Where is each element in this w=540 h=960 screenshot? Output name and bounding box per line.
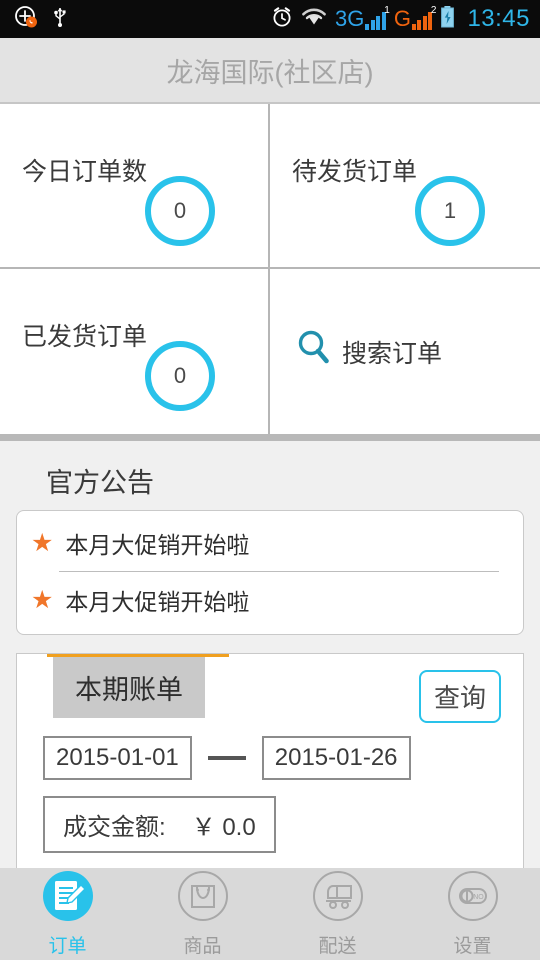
status-bar-clock: 13:45	[467, 5, 530, 32]
signal-bars-1	[365, 12, 386, 30]
bottom-nav: 订单 商品 配送 NO 设置	[0, 868, 540, 960]
transaction-amount-label: 成交金额:	[63, 814, 166, 841]
status-bar: 3G 1 G 2 13:45	[0, 0, 540, 38]
date-range-row: 2015-01-01 2015-01-26	[17, 718, 523, 780]
app-root: 3G 1 G 2 13:45 龙海国际(社区店) 今日订单数 0 待发货订单 1…	[0, 0, 540, 960]
search-orders-label: 搜索订单	[342, 339, 443, 368]
stat-value-today-orders: 0	[145, 176, 215, 246]
section-divider	[0, 434, 540, 441]
nav-label-delivery: 配送	[318, 936, 357, 957]
nav-item-orders[interactable]: 订单	[0, 868, 135, 960]
stat-card-shipped-orders[interactable]: 已发货订单 0	[0, 269, 270, 434]
sim-2-badge: 2	[430, 5, 437, 16]
wifi-icon	[301, 6, 327, 33]
alarm-clock-icon	[271, 6, 293, 33]
date-range-dash	[207, 756, 246, 760]
signal-bars-2	[411, 12, 433, 30]
nav-label-settings: 设置	[453, 936, 492, 957]
nav-item-delivery[interactable]: 配送	[270, 868, 405, 960]
stats-row-bottom: 已发货订单 0 搜索订单	[0, 269, 540, 434]
page-title-text: 龙海国际(社区店)	[166, 57, 374, 88]
call-plus-icon	[14, 5, 38, 34]
transaction-amount-value: ￥ 0.0	[191, 814, 256, 841]
network-3g-label: 3G	[334, 6, 365, 31]
stat-value-pending-orders: 1	[415, 176, 485, 246]
toggle-switch-icon: NO	[447, 870, 499, 927]
stats-row-top: 今日订单数 0 待发货订单 1	[0, 104, 540, 269]
stats-grid: 今日订单数 0 待发货订单 1 已发货订单 0 搜索订单	[0, 104, 540, 434]
network-3g-indicator: 3G 1	[334, 5, 390, 31]
list-item[interactable]: ★ 本月大促销开始啦	[17, 515, 523, 571]
nav-item-products[interactable]: 商品	[135, 868, 270, 960]
announcement-heading: 官方公告	[46, 468, 154, 498]
stat-value-shipped-orders: 0	[145, 341, 215, 411]
order-document-icon	[42, 870, 94, 927]
tab-current-bill[interactable]: 本期账单	[47, 654, 230, 718]
network-g-indicator: G 2	[393, 5, 436, 31]
transaction-amount-box: 成交金额: ￥ 0.0	[43, 796, 276, 853]
tab-current-bill-label: 本期账单	[53, 657, 205, 718]
nav-label-orders: 订单	[48, 936, 87, 957]
battery-charging-icon	[440, 5, 455, 34]
search-icon	[296, 329, 332, 374]
star-icon: ★	[31, 585, 54, 614]
status-bar-left	[14, 5, 68, 34]
stat-label-pending-orders: 待发货订单	[292, 158, 418, 186]
usb-icon	[52, 5, 68, 34]
announcement-list: ★ 本月大促销开始啦 ★ 本月大促销开始啦	[16, 510, 524, 635]
page-title: 龙海国际(社区店)	[0, 38, 540, 104]
stat-label-today-orders: 今日订单数	[22, 158, 148, 186]
announcement-text: 本月大促销开始啦	[65, 532, 250, 558]
svg-text:NO: NO	[473, 894, 484, 901]
announcement-text: 本月大促销开始啦	[65, 589, 250, 615]
nav-item-settings[interactable]: NO 设置	[405, 868, 540, 960]
shopping-bag-icon	[177, 870, 229, 927]
bill-panel: 本期账单 查询 2015-01-01 2015-01-26 成交金额: ￥ 0.…	[16, 653, 524, 873]
network-g-label: G	[393, 6, 411, 31]
announcement-section: 官方公告 ★ 本月大促销开始啦 ★ 本月大促销开始啦	[0, 441, 540, 635]
stat-label-shipped-orders: 已发货订单	[22, 323, 148, 351]
stat-card-pending-orders[interactable]: 待发货订单 1	[270, 104, 540, 267]
date-start-input[interactable]: 2015-01-01	[43, 736, 192, 780]
nav-label-products: 商品	[183, 936, 222, 957]
date-end-input[interactable]: 2015-01-26	[261, 736, 411, 780]
status-bar-right: 3G 1 G 2 13:45	[271, 5, 530, 34]
list-item[interactable]: ★ 本月大促销开始啦	[17, 572, 523, 628]
sim-1-badge: 1	[384, 5, 390, 16]
search-orders-card[interactable]: 搜索订单	[270, 269, 540, 434]
bill-header: 本期账单 查询	[17, 654, 523, 723]
query-button[interactable]: 查询	[418, 670, 501, 723]
delivery-truck-icon	[312, 870, 364, 927]
stat-card-today-orders[interactable]: 今日订单数 0	[0, 104, 270, 267]
star-icon: ★	[31, 528, 54, 557]
